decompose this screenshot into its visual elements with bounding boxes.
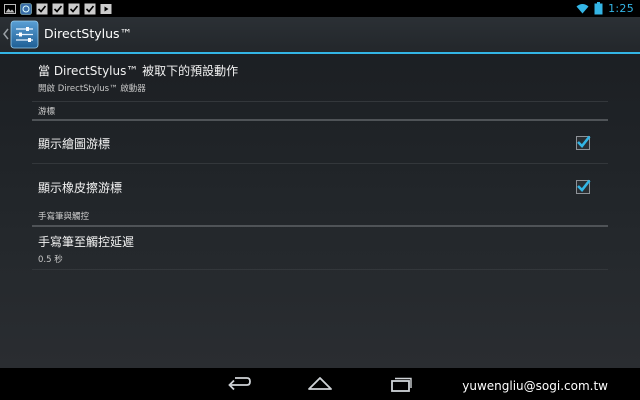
home-icon[interactable] <box>307 376 333 392</box>
directstylus-app-icon[interactable] <box>10 20 39 49</box>
checkmark-icon <box>577 179 591 192</box>
screen: 1:25 DirectStylus™ 當 DirectStylus™ 被取下的預… <box>0 0 640 400</box>
notification-icons <box>4 2 112 15</box>
show-drawing-cursor-preference[interactable]: 顯示繪圖游標 <box>32 121 608 164</box>
up-caret-icon[interactable] <box>2 27 10 41</box>
show-eraser-cursor-checkbox[interactable] <box>576 179 591 194</box>
recent-apps-icon[interactable] <box>389 376 413 392</box>
watermark-text: yuwengliu@sogi.com.tw <box>462 379 608 393</box>
show-drawing-cursor-title: 顯示繪圖游標 <box>38 137 111 151</box>
action-bar[interactable]: DirectStylus™ <box>0 17 640 54</box>
checkmark-icon <box>577 135 591 148</box>
category-header-pen-touch: 手寫筆與觸控 <box>32 206 608 227</box>
checkbox-icon <box>84 3 96 14</box>
category-header-cursor: 游標 <box>32 102 608 121</box>
navigation-bar: yuwengliu@sogi.com.tw <box>0 368 640 400</box>
wifi-icon <box>576 4 589 14</box>
show-eraser-cursor-title: 顯示橡皮擦游標 <box>38 181 123 195</box>
show-eraser-cursor-preference[interactable]: 顯示橡皮擦游標 <box>32 164 608 206</box>
preferences-list: 當 DirectStylus™ 被取下的預設動作 開啟 DirectStylus… <box>32 54 608 270</box>
default-action-summary: 開啟 DirectStylus™ 啟動器 <box>38 84 146 94</box>
action-bar-title: DirectStylus™ <box>44 26 133 41</box>
status-clock: 1:25 <box>608 2 634 15</box>
checkbox-icon <box>52 3 64 14</box>
status-right: 1:25 <box>576 0 634 17</box>
play-icon <box>100 3 112 14</box>
pen-touch-delay-preference[interactable]: 手寫筆至觸控延遲 0.5 秒 <box>32 227 608 270</box>
status-bar: 1:25 <box>0 0 640 17</box>
category-pen-touch-label: 手寫筆與觸控 <box>38 212 90 222</box>
pen-touch-delay-summary: 0.5 秒 <box>38 255 63 265</box>
checkbox-icon <box>68 3 80 14</box>
back-icon[interactable] <box>226 376 252 392</box>
checkbox-icon <box>36 3 48 14</box>
battery-icon <box>594 2 603 15</box>
image-icon <box>4 3 16 14</box>
default-action-title: 當 DirectStylus™ 被取下的預設動作 <box>38 64 239 78</box>
default-action-preference[interactable]: 當 DirectStylus™ 被取下的預設動作 開啟 DirectStylus… <box>32 54 608 102</box>
app-icon <box>20 2 32 15</box>
category-cursor-label: 游標 <box>38 107 56 117</box>
pen-touch-delay-title: 手寫筆至觸控延遲 <box>38 235 135 249</box>
show-drawing-cursor-checkbox[interactable] <box>576 135 591 150</box>
